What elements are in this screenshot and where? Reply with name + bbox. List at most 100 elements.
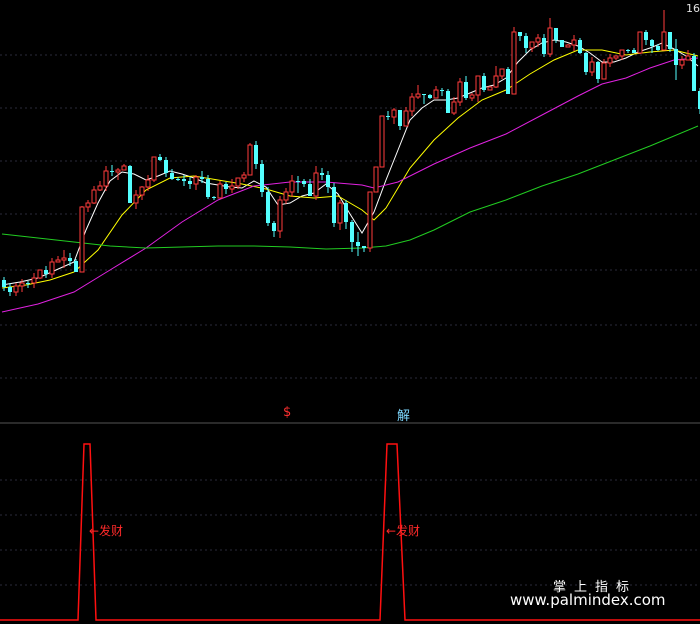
candle-body	[350, 222, 354, 242]
candle-body	[206, 179, 210, 197]
candle-body	[277, 199, 283, 232]
candle-body	[440, 90, 444, 91]
signal-marker-jie: 解	[397, 409, 411, 424]
candle-body	[91, 189, 97, 204]
candle-body	[55, 259, 61, 263]
candle-body	[182, 179, 186, 181]
candle-body	[487, 86, 493, 91]
candle-body	[451, 101, 457, 114]
candle-body	[547, 27, 553, 55]
candle-body	[260, 164, 264, 192]
candle-body	[679, 59, 685, 66]
candle-body	[685, 55, 691, 61]
candle-body	[308, 184, 312, 196]
candle-body	[422, 94, 426, 95]
candle-body	[518, 32, 522, 36]
signal-marker-s: $	[283, 405, 292, 420]
candle-body	[217, 183, 223, 199]
candle-body	[224, 184, 228, 189]
candle-body	[626, 50, 630, 51]
candle-body	[367, 191, 373, 249]
candle-body	[320, 173, 324, 175]
candle-body	[110, 171, 114, 172]
candle-body	[241, 174, 247, 179]
candle-body	[235, 177, 241, 187]
candle-body	[200, 177, 204, 179]
grid-lines	[0, 54, 700, 586]
candle-body	[31, 277, 37, 284]
candle-body	[529, 41, 535, 49]
candle-body	[457, 81, 463, 103]
candle-body	[535, 37, 541, 43]
candle-body	[601, 62, 607, 80]
candle-body	[37, 269, 43, 279]
candle-body	[373, 166, 379, 193]
candle-body	[85, 202, 91, 208]
candle-body	[391, 109, 397, 118]
candle-body	[428, 95, 432, 98]
candle-body	[584, 53, 588, 72]
candle-body	[674, 49, 678, 65]
candle-body	[344, 203, 348, 222]
candle-body	[524, 36, 528, 48]
candle-body	[632, 50, 636, 53]
candle-body	[337, 202, 343, 224]
candle-body	[61, 257, 67, 261]
candle-body	[619, 49, 625, 57]
candle-body	[115, 169, 121, 173]
candle-body	[266, 192, 270, 223]
candle-body	[613, 55, 619, 59]
candle-body	[596, 62, 600, 79]
candle-body	[511, 31, 517, 95]
candle-body	[8, 287, 12, 292]
candle-body	[644, 32, 648, 40]
signal-label-facai-2: ←发财	[386, 524, 421, 538]
candle-body	[254, 145, 258, 164]
candle-body	[326, 175, 330, 187]
candle-body	[164, 160, 168, 173]
candle-body	[607, 57, 613, 64]
candle-body	[332, 187, 336, 223]
candle-body	[560, 40, 564, 47]
candle-body	[409, 96, 415, 112]
candle-body	[26, 283, 30, 284]
candle-body	[398, 110, 402, 126]
candle-body	[362, 246, 366, 248]
candle-body	[2, 280, 6, 287]
candle-body	[212, 197, 216, 198]
candle-body	[692, 56, 696, 91]
candle-body	[571, 39, 577, 46]
candle-body	[103, 170, 109, 187]
candle-body	[229, 185, 235, 190]
candle-body	[493, 75, 499, 88]
candle-body	[403, 110, 409, 127]
candle-body	[499, 68, 505, 77]
candle-body	[283, 191, 289, 201]
candle-body	[158, 157, 162, 160]
candle-body	[542, 38, 546, 54]
candle-body	[19, 282, 25, 287]
candle-body	[289, 180, 295, 193]
candle-body	[79, 206, 85, 273]
candle-body	[578, 40, 582, 53]
candle-body	[170, 173, 174, 179]
candle-body	[386, 116, 390, 117]
price-label: 16	[686, 2, 700, 15]
candle-body	[356, 242, 360, 246]
candle-body	[139, 186, 145, 196]
candle-body	[433, 89, 439, 99]
candlesticks	[2, 10, 700, 296]
candle-body	[44, 270, 48, 274]
candle-body	[68, 258, 72, 261]
candle-body	[650, 40, 654, 46]
candle-body	[565, 44, 571, 48]
candle-body	[656, 46, 660, 50]
candle-body	[247, 144, 253, 176]
candle-body	[464, 82, 468, 98]
candle-body	[668, 32, 672, 49]
candle-body	[272, 223, 276, 231]
candle-body	[188, 181, 192, 184]
candle-body	[661, 31, 667, 51]
candle-body	[74, 261, 78, 272]
candle-body	[145, 179, 151, 188]
